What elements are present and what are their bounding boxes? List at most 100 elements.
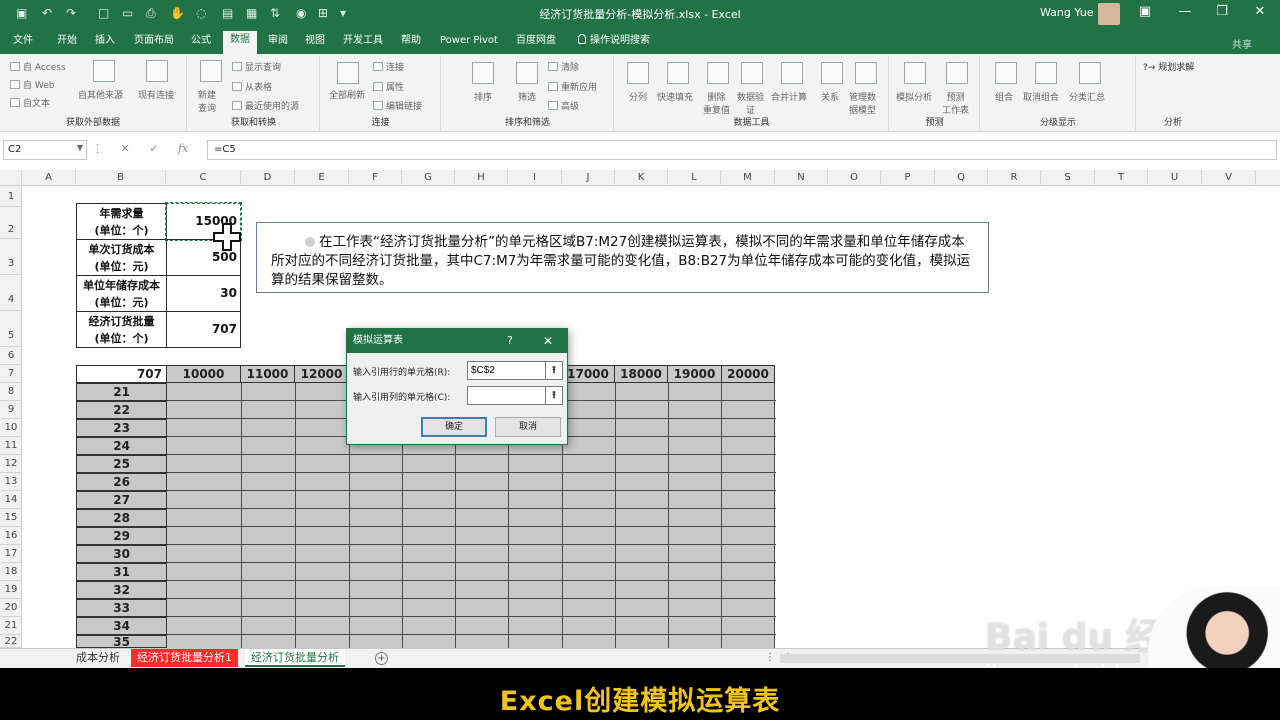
- table-row-cell[interactable]: 26: [76, 473, 167, 491]
- manage-data-model-button[interactable]: 管理数 据模型: [849, 90, 876, 116]
- row-header[interactable]: 1: [0, 186, 22, 207]
- table-row-cell[interactable]: 34: [76, 617, 167, 635]
- flash-fill-button[interactable]: 快速填充: [657, 90, 693, 103]
- column-header[interactable]: M: [721, 170, 775, 186]
- column-header[interactable]: P: [881, 170, 935, 186]
- text-to-columns-button[interactable]: 分列: [629, 90, 647, 103]
- collapse-dialog-icon[interactable]: ⭱: [545, 361, 563, 380]
- row-header[interactable]: 6: [0, 347, 22, 365]
- recent-sources-button[interactable]: 最近使用的源: [232, 99, 299, 112]
- relationships-button[interactable]: 关系: [821, 90, 839, 103]
- tab-view[interactable]: 视图: [298, 32, 332, 54]
- row-input-cell-field[interactable]: [467, 361, 547, 380]
- sort-button[interactable]: 排序: [474, 90, 492, 103]
- select-all[interactable]: [0, 170, 22, 186]
- table-corner-cell[interactable]: 707: [76, 365, 167, 383]
- column-header[interactable]: F: [349, 170, 402, 186]
- column-header[interactable]: O: [828, 170, 881, 186]
- table-row-cell[interactable]: 22: [76, 401, 167, 419]
- column-header[interactable]: L: [668, 170, 721, 186]
- sheet-tab-cost-analysis[interactable]: 成本分析: [70, 649, 126, 667]
- filter-button[interactable]: 筛选: [518, 90, 536, 103]
- collapse-dialog-icon[interactable]: ⭱: [545, 386, 563, 405]
- column-header[interactable]: A: [22, 170, 76, 186]
- show-queries-button[interactable]: 显示查询: [232, 60, 281, 73]
- column-header[interactable]: E: [295, 170, 349, 186]
- row-header[interactable]: 12: [0, 455, 22, 473]
- existing-connections-button[interactable]: 现有连接: [138, 88, 174, 101]
- table-row-cell[interactable]: 32: [76, 581, 167, 599]
- param-label-annual-demand[interactable]: 年需求量 (单位：个): [76, 203, 167, 240]
- cancel-icon[interactable]: ✕: [121, 142, 130, 155]
- column-header[interactable]: B: [76, 170, 166, 186]
- column-header[interactable]: U: [1148, 170, 1202, 186]
- close-icon[interactable]: ✕: [543, 329, 553, 353]
- clear-button[interactable]: 清除: [548, 60, 579, 73]
- enter-icon[interactable]: ✓: [149, 142, 158, 155]
- row-header[interactable]: 16: [0, 527, 22, 545]
- from-web-button[interactable]: 自 Web: [10, 78, 54, 91]
- table-header-cell[interactable]: 10000: [166, 365, 241, 383]
- table-row-cell[interactable]: 24: [76, 437, 167, 455]
- column-input-cell-field[interactable]: [467, 386, 547, 405]
- from-access-button[interactable]: 自 Access: [10, 60, 66, 73]
- user-name[interactable]: Wang Yue: [1040, 6, 1094, 19]
- table-row-cell[interactable]: 35: [76, 635, 167, 648]
- remove-duplicates-button[interactable]: 删除 重复值: [703, 90, 730, 116]
- row-header[interactable]: 7: [0, 365, 22, 383]
- advanced-button[interactable]: 高级: [548, 99, 579, 112]
- column-header[interactable]: I: [508, 170, 562, 186]
- tab-page-layout[interactable]: 页面布局: [127, 32, 181, 54]
- share-button[interactable]: 共享: [1232, 36, 1252, 51]
- ungroup-button[interactable]: 取消组合: [1023, 90, 1059, 103]
- table-row-cell[interactable]: 30: [76, 545, 167, 563]
- row-header[interactable]: 3: [0, 239, 22, 275]
- other-sources-button[interactable]: 自其他来源: [78, 88, 123, 101]
- column-header[interactable]: T: [1095, 170, 1148, 186]
- name-box[interactable]: C2 ▼: [3, 140, 87, 160]
- table-header-cell[interactable]: 19000: [667, 365, 722, 383]
- ribbon-display-icon[interactable]: ▣: [1135, 4, 1155, 19]
- dialog-titlebar[interactable]: 模拟运算表 ? ✕: [347, 329, 567, 353]
- reapply-button[interactable]: 重新应用: [548, 80, 597, 93]
- row-header[interactable]: 17: [0, 545, 22, 563]
- table-row-cell[interactable]: 29: [76, 527, 167, 545]
- row-header[interactable]: 20: [0, 599, 22, 617]
- row-header[interactable]: 8: [0, 383, 22, 401]
- tab-developer[interactable]: 开发工具: [336, 32, 390, 54]
- insert-function-icon[interactable]: fx: [178, 142, 188, 155]
- table-header-cell[interactable]: 18000: [614, 365, 668, 383]
- close-icon[interactable]: ✕: [1250, 4, 1270, 19]
- table-row-cell[interactable]: 25: [76, 455, 167, 473]
- forecast-sheet-button[interactable]: 预测 工作表: [942, 90, 969, 116]
- table-header-cell[interactable]: 12000: [294, 365, 349, 383]
- row-header[interactable]: 15: [0, 509, 22, 527]
- tab-power-pivot[interactable]: Power Pivot: [433, 32, 505, 54]
- row-header[interactable]: 19: [0, 581, 22, 599]
- solver-button[interactable]: ?→ 规划求解: [1143, 60, 1194, 73]
- cancel-button[interactable]: 取消: [495, 417, 561, 437]
- tab-review[interactable]: 审阅: [261, 32, 295, 54]
- row-header[interactable]: 5: [0, 311, 22, 347]
- row-header[interactable]: 14: [0, 491, 22, 509]
- from-text-button[interactable]: 自文本: [10, 96, 50, 109]
- column-header[interactable]: Q: [935, 170, 988, 186]
- tab-baidu-netdisk[interactable]: 百度网盘: [509, 32, 563, 54]
- table-row-cell[interactable]: 27: [76, 491, 167, 509]
- column-header[interactable]: S: [1041, 170, 1095, 186]
- table-header-cell[interactable]: 11000: [240, 365, 295, 383]
- table-header-cell[interactable]: 20000: [721, 365, 775, 383]
- restore-icon[interactable]: ❐: [1212, 4, 1232, 19]
- from-table-button[interactable]: 从表格: [232, 80, 272, 93]
- table-row-cell[interactable]: 31: [76, 563, 167, 581]
- table-header-cell[interactable]: 17000: [561, 365, 615, 383]
- properties-button[interactable]: 属性: [373, 80, 404, 93]
- column-header[interactable]: V: [1202, 170, 1256, 186]
- row-header[interactable]: 13: [0, 473, 22, 491]
- column-header[interactable]: D: [241, 170, 295, 186]
- help-icon[interactable]: ?: [507, 329, 513, 353]
- user-avatar[interactable]: [1098, 3, 1120, 25]
- table-row-cell[interactable]: 33: [76, 599, 167, 617]
- row-header[interactable]: 2: [0, 207, 22, 239]
- table-row-cell[interactable]: 21: [76, 383, 167, 401]
